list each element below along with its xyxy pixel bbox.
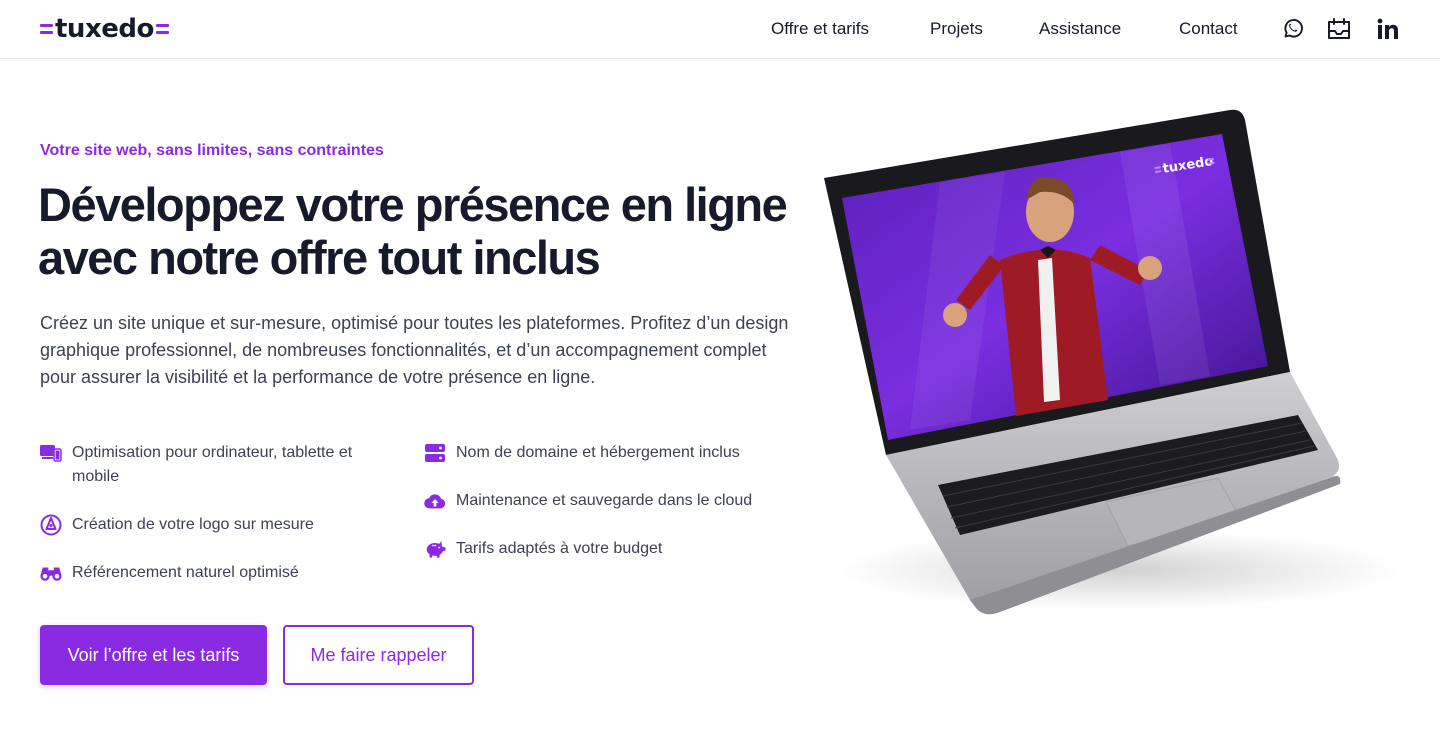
feature-seo: Référencement naturel optimisé [40, 561, 400, 585]
feature-text: Tarifs adaptés à votre budget [456, 540, 663, 557]
cloud-upload-icon [424, 490, 446, 512]
server-icon [424, 442, 446, 464]
feature-text: Maintenance et sauvegarde dans le cloud [456, 492, 753, 509]
nav-projets[interactable]: Projets [930, 19, 983, 39]
whatsapp-icon[interactable] [1280, 16, 1306, 42]
logo-text: tuxedo [55, 14, 154, 44]
binoculars-icon [40, 562, 62, 584]
nav-assistance[interactable]: Assistance [1039, 19, 1121, 39]
feature-maintenance: Maintenance et sauvegarde dans le cloud [424, 489, 794, 513]
hero-kicker: Votre site web, sans limites, sans contr… [40, 142, 384, 159]
piggy-bank-icon [424, 538, 446, 560]
devices-icon [40, 442, 62, 464]
laptop-illustration: tuxedo [790, 100, 1430, 640]
site-header: tuxedo Offre et tarifs Projets Assistanc… [0, 0, 1440, 59]
callback-button[interactable]: Me faire rappeler [283, 625, 474, 685]
logo-bars-right [155, 24, 169, 34]
feature-domain: Nom de domaine et hébergement inclus [424, 441, 794, 465]
logo-bars-left [40, 24, 53, 34]
pen-nib-icon [40, 514, 62, 536]
nav-offre-et-tarifs[interactable]: Offre et tarifs [771, 19, 869, 39]
feature-budget: Tarifs adaptés à votre budget [424, 537, 794, 561]
see-offer-button[interactable]: Voir l’offre et les tarifs [40, 625, 267, 685]
feature-text: Création de votre logo sur mesure [72, 516, 314, 533]
logo[interactable]: tuxedo [40, 14, 169, 44]
feature-text: Référencement naturel optimisé [72, 564, 299, 581]
linkedin-icon[interactable] [1375, 16, 1401, 42]
feature-text: Optimisation pour ordinateur, tablette e… [72, 444, 353, 485]
nav-contact[interactable]: Contact [1179, 19, 1238, 39]
hero-lead: Créez un site unique et sur-mesure, opti… [40, 313, 789, 387]
calendar-icon[interactable] [1326, 16, 1352, 42]
feature-logo: Création de votre logo sur mesure [40, 513, 400, 537]
feature-devices: Optimisation pour ordinateur, tablette e… [40, 441, 400, 489]
hero-title: Développez votre présence en ligne avec … [38, 178, 788, 284]
feature-text: Nom de domaine et hébergement inclus [456, 444, 740, 461]
